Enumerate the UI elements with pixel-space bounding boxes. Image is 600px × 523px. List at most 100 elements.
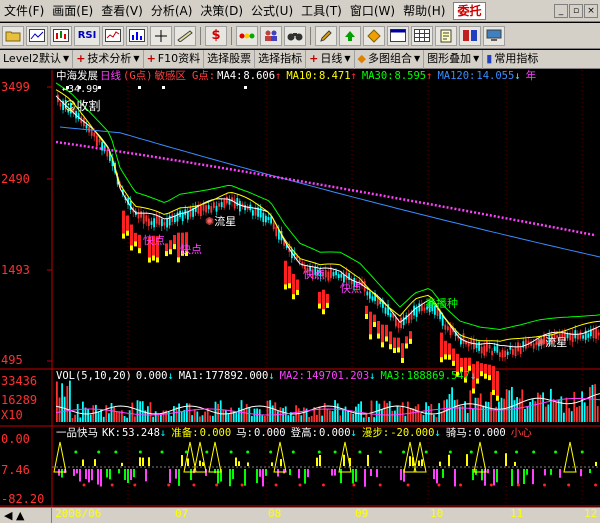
tab-multi-chart[interactable]: ◆ 多图组合 ▼ (355, 49, 425, 69)
indicator-dot (424, 450, 428, 454)
ruler-icon[interactable] (174, 25, 196, 46)
star-marker (244, 86, 247, 89)
computer-icon[interactable] (483, 25, 505, 46)
menu-analysis[interactable]: 分析(A) (147, 0, 197, 22)
window-icon[interactable] (387, 25, 409, 46)
volume-bar (485, 401, 487, 422)
kline-chart-canvas[interactable] (0, 70, 600, 507)
volume-bar (89, 414, 92, 422)
indicator-dot (229, 450, 233, 454)
binoculars-icon[interactable] (284, 25, 306, 46)
dollar-icon[interactable]: $ (205, 25, 227, 46)
tab-select-indicator[interactable]: 选择指标 (255, 49, 307, 69)
status-scroll-left[interactable]: ◀ ▲ (0, 507, 52, 523)
bar-chart-icon[interactable] (126, 25, 148, 46)
grid-chart-icon[interactable] (102, 25, 124, 46)
volume-bar (180, 411, 183, 422)
indicator-bar (145, 469, 147, 482)
candle-body (597, 332, 600, 336)
menu-help[interactable]: 帮助(H) (399, 0, 449, 22)
pencil-icon[interactable] (315, 25, 337, 46)
kline-icon[interactable] (50, 25, 72, 46)
candle-body (332, 272, 335, 277)
crosshair-icon[interactable] (150, 25, 172, 46)
volume-bar (430, 404, 433, 422)
price-high-label: ←34.99 (62, 84, 99, 95)
price-tick-label: 1493 (1, 263, 30, 277)
indicator-dot (192, 483, 196, 487)
menu-formula[interactable]: 公式(U) (247, 0, 297, 22)
volume-bar (235, 411, 238, 422)
signal-bar-cap (440, 357, 443, 363)
book-icon[interactable] (459, 25, 481, 46)
restore-icon[interactable]: ▫ (569, 3, 583, 18)
rsi-icon[interactable]: RSI (74, 25, 100, 46)
ma10-label: MA10: (286, 70, 318, 82)
entrust-button[interactable]: 委托 (453, 1, 486, 20)
volume-bar (178, 403, 180, 422)
volume-bar (225, 410, 227, 422)
candle-body (496, 344, 499, 353)
menu-window[interactable]: 窗口(W) (346, 0, 399, 22)
stock-app-window: 文件(F) 画面(E) 查看(V) 分析(A) 决策(D) 公式(U) 工具(T… (0, 0, 600, 523)
candle-body (400, 317, 402, 329)
x-axis-label: 09 (355, 507, 369, 520)
arrow-up-icon[interactable] (339, 25, 361, 46)
indicator-tick-label: -82.20 (1, 492, 45, 506)
tab-f10-info[interactable]: + F10资料 (144, 49, 205, 69)
menu-view[interactable]: 查看(V) (97, 0, 147, 22)
candle-body (244, 205, 246, 211)
arrow-down-icon: ↓ (159, 427, 167, 439)
gpoint-label: G点: (191, 70, 216, 82)
indicator-bar (181, 454, 183, 466)
volume-bar (128, 410, 131, 422)
signal-bar-cap (173, 244, 176, 250)
candle-body (215, 205, 218, 212)
x-axis-label: 2008/06 (55, 507, 102, 520)
diamond-icon[interactable] (363, 25, 385, 46)
close-icon[interactable]: × (584, 3, 598, 18)
candle-body (525, 339, 527, 349)
indicator-bar (175, 469, 177, 479)
volume-bar (316, 414, 318, 422)
traffic-light-icon[interactable] (236, 25, 258, 46)
menu-file[interactable]: 文件(F) (0, 0, 48, 22)
indicator-dot (110, 483, 114, 487)
line-chart-icon[interactable] (26, 25, 48, 46)
table-icon[interactable] (411, 25, 433, 46)
candle-body (587, 333, 590, 338)
tab-technical-analysis[interactable]: + 技术分析 ▼ (73, 49, 144, 69)
arrow-down-icon: ↓ (167, 370, 174, 382)
tab-select-stock[interactable]: 选择股票 (204, 49, 256, 69)
signal-bar-cap (284, 284, 287, 290)
tab-overlay[interactable]: 图形叠加 ▼ (424, 49, 484, 69)
volume-bar (370, 400, 373, 422)
ma10-value: 8.471 (318, 70, 351, 82)
volume-tick-label: 33436 (1, 374, 38, 388)
volume-bar (308, 416, 310, 422)
prep-value: 0.000 (199, 427, 232, 439)
volume-bar (300, 415, 303, 422)
volume-bar (498, 401, 500, 422)
tab-daily-line[interactable]: + 日线 ▼ (306, 49, 355, 69)
menu-tools[interactable]: 工具(T) (297, 0, 346, 22)
volume-bar (544, 406, 547, 422)
indicator-dot (74, 450, 78, 454)
plus-icon: + (309, 52, 319, 65)
indicator-dot (269, 450, 273, 454)
menu-view-screen[interactable]: 画面(E) (48, 0, 97, 22)
tab-common-indicators[interactable]: ▮ 常用指标 (483, 50, 541, 69)
signal-bar-cap (488, 375, 491, 381)
menu-decision[interactable]: 决策(D) (196, 0, 247, 22)
minimize-icon[interactable]: _ (554, 3, 568, 18)
indicator-bar (367, 454, 369, 466)
vol-ma3-label: MA3: (380, 370, 406, 382)
volume-bar (110, 402, 113, 422)
people-icon[interactable] (260, 25, 282, 46)
tab-level2-default[interactable]: Level2默认 ▼ (0, 49, 74, 69)
candle-body (210, 206, 213, 213)
open-folder-icon[interactable] (2, 25, 24, 46)
note-icon[interactable] (435, 25, 457, 46)
volume-bar (238, 407, 240, 422)
volume-bar (576, 407, 578, 422)
